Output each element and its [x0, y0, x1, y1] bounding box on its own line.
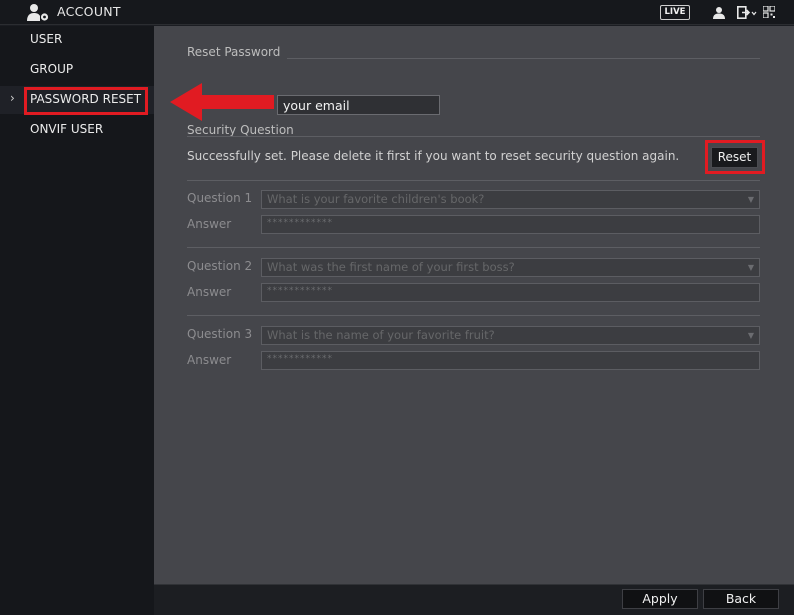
security-question-title: Security Question [187, 123, 294, 137]
dropdown-arrow-icon: ▼ [747, 263, 754, 272]
email-input[interactable] [277, 95, 440, 115]
live-button[interactable]: LIVE [660, 5, 690, 20]
divider [187, 136, 760, 137]
question-label: Question 2 [187, 259, 253, 273]
sidebar-item-label: GROUP [30, 62, 74, 76]
title-bar: ACCOUNT LIVE [0, 0, 794, 25]
divider [187, 315, 760, 316]
sidebar [0, 26, 154, 615]
chevron-right-icon: › [10, 91, 15, 105]
apply-button[interactable]: Apply [622, 589, 698, 609]
question-select-value: What is your favorite children's book? [267, 192, 485, 206]
divider [187, 180, 760, 181]
logout-icon[interactable] [737, 6, 757, 19]
question-select-value: What is the name of your favorite fruit? [267, 328, 495, 342]
answer-3-input[interactable]: ************ [261, 351, 760, 370]
qr-code-icon[interactable] [763, 6, 775, 18]
sidebar-item-label: PASSWORD RESET [30, 92, 142, 106]
question-label: Question 1 [187, 191, 253, 205]
footer-bar [154, 584, 794, 615]
sidebar-item-user[interactable]: USER [0, 26, 154, 54]
reset-password-title: Reset Password [187, 45, 281, 59]
question-3-select[interactable]: What is the name of your favorite fruit?… [261, 326, 760, 345]
dropdown-arrow-icon: ▼ [747, 331, 754, 340]
back-button[interactable]: Back [703, 589, 779, 609]
answer-2-input[interactable]: ************ [261, 283, 760, 302]
sidebar-item-password-reset[interactable]: › PASSWORD RESET [0, 86, 154, 114]
dropdown-arrow-icon: ▼ [747, 195, 754, 204]
answer-label: Answer [187, 217, 232, 231]
user-icon[interactable] [713, 6, 725, 19]
question-1-select[interactable]: What is your favorite children's book? ▼ [261, 190, 760, 209]
divider [287, 58, 760, 59]
question-label: Question 3 [187, 327, 253, 341]
sidebar-item-label: USER [30, 32, 63, 46]
answer-1-input[interactable]: ************ [261, 215, 760, 234]
window-title: ACCOUNT [57, 4, 121, 19]
answer-label: Answer [187, 353, 232, 367]
email-label: Email Address [187, 97, 272, 111]
sidebar-item-label: ONVIF USER [30, 122, 104, 136]
question-select-value: What was the first name of your first bo… [267, 260, 515, 274]
status-message: Successfully set. Please delete it first… [187, 149, 680, 163]
sidebar-item-onvif-user[interactable]: ONVIF USER [0, 116, 154, 144]
answer-label: Answer [187, 285, 232, 299]
sidebar-item-group[interactable]: GROUP [0, 56, 154, 84]
divider [187, 247, 760, 248]
account-settings-icon [27, 4, 49, 21]
reset-button[interactable]: Reset [711, 147, 758, 168]
question-2-select[interactable]: What was the first name of your first bo… [261, 258, 760, 277]
